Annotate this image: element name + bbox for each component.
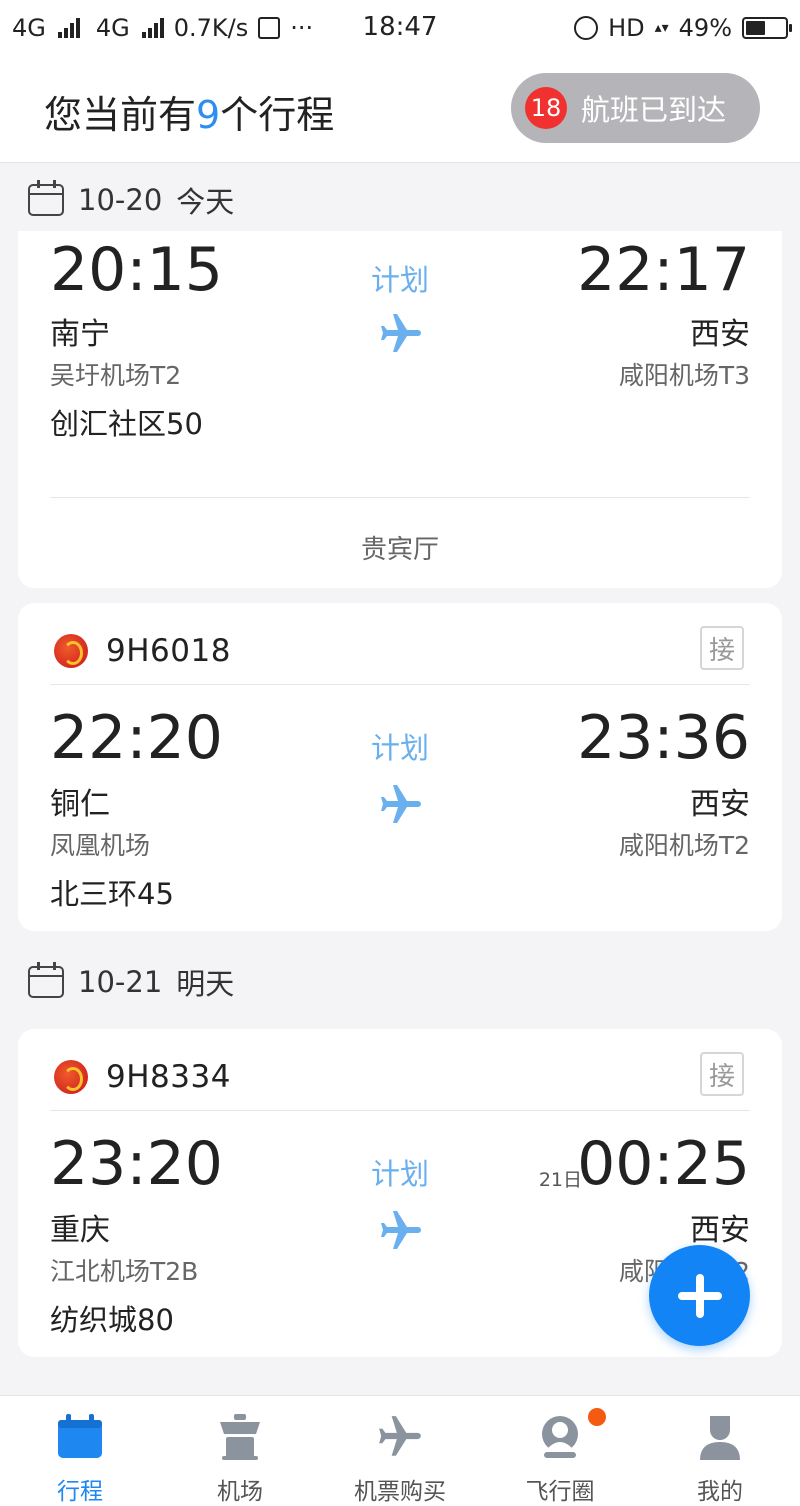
departure-city: 南宁 xyxy=(50,317,110,352)
gate-info: 纺织城80 xyxy=(50,1303,174,1337)
alarm-icon xyxy=(574,16,599,40)
trip-count: 9 xyxy=(196,93,221,137)
arrival-city: 西安 xyxy=(690,787,750,822)
departure-airport: 吴圩机场T2 xyxy=(50,361,182,390)
airplane-icon xyxy=(379,1416,421,1456)
pickup-button[interactable]: 接 xyxy=(700,626,744,670)
network-speed: 0.7K/s xyxy=(173,14,249,42)
more-icon: ··· xyxy=(290,14,314,42)
gate-info: 北三环45 xyxy=(50,877,174,911)
tab-profile[interactable]: 我的 xyxy=(640,1396,800,1506)
pickup-button[interactable]: 接 xyxy=(700,1052,744,1096)
date-header-today: 10-20 今天 xyxy=(28,179,234,221)
arrival-time: 23:36 xyxy=(577,703,750,773)
signal-icon-2 xyxy=(141,18,164,38)
trip-list[interactable]: 20:15 计划 22:17 南宁 西安 吴圩机场T2 咸阳机场T3 创汇社区5… xyxy=(0,163,800,1395)
departure-airport: 凤凰机场 xyxy=(50,831,151,860)
airplane-icon xyxy=(381,314,421,352)
arrival-airport: 咸阳机场T3 xyxy=(618,361,750,390)
calendar-icon xyxy=(58,1414,102,1458)
battery-percent: 49% xyxy=(678,14,732,42)
data-indicator-icon: ▴▾ xyxy=(654,20,669,36)
sim-icon xyxy=(258,17,281,39)
flight-card[interactable]: 9H6018 接 22:20 计划 23:36 铜仁 西安 凤凰机场 咸阳机场T… xyxy=(18,603,782,931)
arrival-time: 22:17 xyxy=(577,235,750,305)
departure-city: 铜仁 xyxy=(50,787,110,822)
date-header-tomorrow: 10-21 明天 xyxy=(28,961,234,1003)
arrival-city: 西安 xyxy=(690,317,750,352)
departure-city: 重庆 xyxy=(50,1213,110,1248)
arrived-count-badge: 18 xyxy=(525,87,567,129)
flight-number: 9H6018 xyxy=(106,633,231,669)
arrival-day: 21日 xyxy=(538,1169,582,1191)
vip-lounge-link[interactable]: 贵宾厅 xyxy=(18,529,782,566)
card-header: 9H6018 接 xyxy=(50,603,750,685)
network-type-2: 4G xyxy=(95,14,130,42)
flight-number: 9H8334 xyxy=(106,1059,231,1095)
tab-airport[interactable]: 机场 xyxy=(160,1396,320,1506)
tab-flight-circle[interactable]: 飞行圈 xyxy=(480,1396,640,1506)
page-header: 您当前有9个行程 18 航班已到达 xyxy=(0,56,800,163)
airplane-icon xyxy=(381,785,421,823)
status-bar: 4G 4G 0.7K/s ··· 18:47 HD ▴▾ 49% xyxy=(0,0,800,56)
arrived-flights-button[interactable]: 18 航班已到达 xyxy=(511,73,760,143)
airline-logo-icon xyxy=(54,1060,88,1094)
divider xyxy=(50,497,750,498)
airplane-icon xyxy=(381,1211,421,1249)
bottom-tab-bar: 行程 机场 机票购买 飞行圈 我的 xyxy=(0,1395,800,1506)
page-title: 您当前有9个行程 xyxy=(44,93,335,137)
signal-icon xyxy=(57,18,80,38)
notification-dot xyxy=(588,1408,606,1426)
arrival-time: 00:25 xyxy=(577,1129,750,1199)
departure-airport: 江北机场T2B xyxy=(50,1257,199,1286)
control-tower-icon xyxy=(220,1414,260,1460)
add-trip-button[interactable] xyxy=(649,1245,750,1346)
card-header: 9H8334 接 xyxy=(50,1029,750,1111)
tab-ticket-purchase[interactable]: 机票购买 xyxy=(320,1396,480,1506)
calendar-icon xyxy=(28,962,64,998)
tab-trips[interactable]: 行程 xyxy=(0,1396,160,1506)
calendar-icon xyxy=(28,180,64,216)
arrival-airport: 咸阳机场T2 xyxy=(618,831,750,860)
network-type-1: 4G xyxy=(12,14,46,42)
battery-icon xyxy=(742,17,792,39)
arrival-city: 西安 xyxy=(690,1213,750,1248)
airline-logo-icon xyxy=(54,634,88,668)
gate-info: 创汇社区50 xyxy=(50,407,203,441)
user-icon xyxy=(700,1416,740,1460)
community-icon xyxy=(542,1416,578,1458)
hd-label: HD xyxy=(608,14,645,42)
plus-icon xyxy=(677,1273,722,1318)
arrived-label: 航班已到达 xyxy=(581,93,727,127)
